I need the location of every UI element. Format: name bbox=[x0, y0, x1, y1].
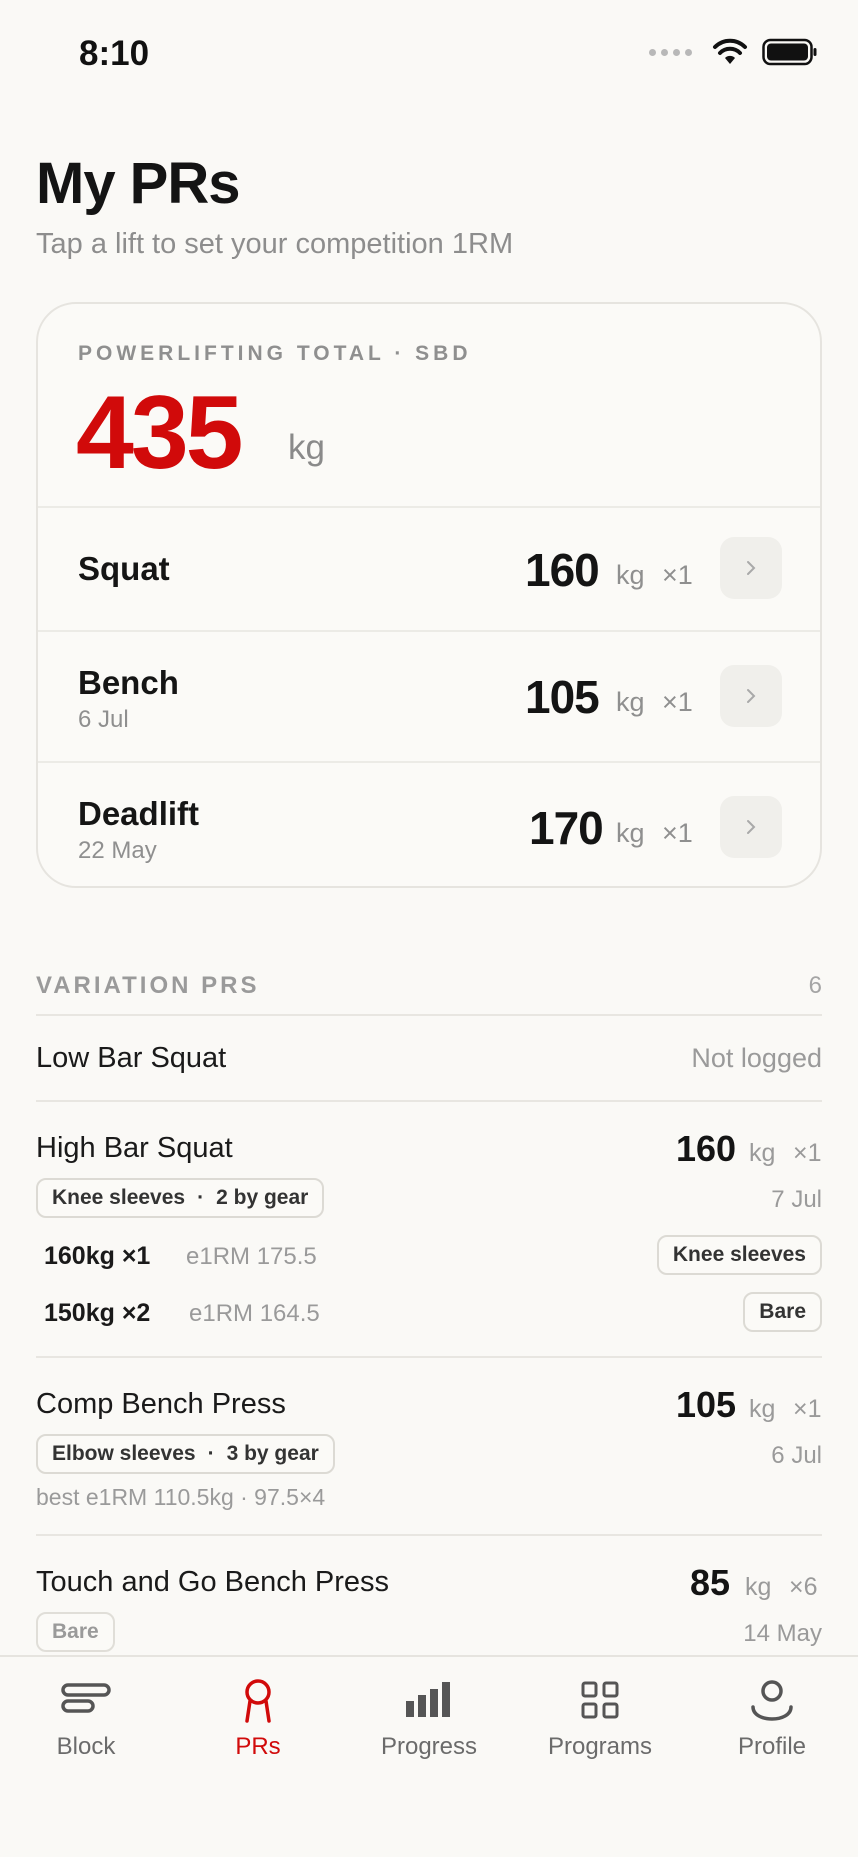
tab-block[interactable]: Block bbox=[0, 1657, 172, 1777]
powerlifting-total-card: POWERLIFTING TOTAL · SBD 435 kg Squat 16… bbox=[36, 302, 822, 888]
prs-icon bbox=[245, 1679, 271, 1723]
lift-value: 170 bbox=[529, 802, 604, 854]
lift-date: 6 Jul bbox=[78, 706, 129, 733]
total-unit: kg bbox=[288, 428, 325, 467]
variation-unit: kg bbox=[749, 1139, 776, 1167]
total-header: POWERLIFTING TOTAL · SBD 435 kg bbox=[38, 304, 820, 508]
lift-row-deadlift[interactable]: Deadlift 22 May 170 kg ×1 bbox=[38, 763, 820, 886]
profile-icon bbox=[751, 1680, 793, 1721]
variation-value: 105 bbox=[676, 1384, 737, 1425]
variation-date: 7 Jul bbox=[771, 1186, 822, 1213]
chip-separator: · bbox=[207, 1442, 215, 1465]
battery-icon bbox=[762, 38, 817, 66]
variation-reps: ×6 bbox=[789, 1573, 818, 1601]
lift-value: 160 bbox=[525, 544, 600, 596]
set-gear-chip: Knee sleeves bbox=[656, 1235, 822, 1275]
page-title: My PRs bbox=[36, 151, 241, 216]
variation-reps: ×1 bbox=[793, 1139, 822, 1167]
variation-reps: ×1 bbox=[793, 1395, 822, 1423]
variation-name: Touch and Go Bench Press bbox=[36, 1566, 390, 1598]
variation-name: Low Bar Squat bbox=[36, 1042, 227, 1074]
variation-prs-heading: VARIATION PRS bbox=[36, 972, 260, 999]
set-e1rm: e1RM 164.5 bbox=[189, 1300, 320, 1327]
progress-icon bbox=[406, 1682, 450, 1717]
chevron-right-icon bbox=[747, 561, 756, 575]
chevron-right-icon bbox=[747, 820, 756, 834]
variation-name: Comp Bench Press bbox=[36, 1388, 286, 1420]
lift-unit: kg bbox=[616, 687, 645, 717]
chevron-right-icon bbox=[747, 689, 756, 703]
divider bbox=[36, 1014, 822, 1016]
chip-count: 3 by gear bbox=[226, 1442, 319, 1465]
block-icon bbox=[61, 1683, 111, 1713]
gear-summary-chip[interactable]: Elbow sleeves · 3 by gear bbox=[36, 1434, 335, 1474]
programs-icon bbox=[581, 1681, 619, 1719]
signal-icon bbox=[649, 48, 692, 56]
set-weight-reps: 160kg ×1 bbox=[44, 1242, 151, 1270]
lift-name: Bench bbox=[78, 664, 179, 701]
lift-unit: kg bbox=[616, 560, 645, 590]
tab-label: Programs bbox=[547, 1733, 653, 1760]
tab-label: Progress bbox=[380, 1733, 478, 1760]
variation-name: High Bar Squat bbox=[36, 1132, 233, 1164]
lift-name: Squat bbox=[78, 550, 170, 587]
lift-name: Deadlift bbox=[78, 795, 200, 832]
lift-date: 22 May bbox=[78, 837, 157, 864]
status-time: 8:10 bbox=[79, 34, 150, 73]
lift-unit: kg bbox=[616, 818, 645, 848]
set-weight-reps: 150kg ×2 bbox=[44, 1299, 151, 1327]
divider bbox=[36, 1534, 822, 1536]
status-icons bbox=[649, 38, 818, 66]
tab-progress[interactable]: Progress bbox=[343, 1657, 515, 1777]
lift-value: 105 bbox=[525, 671, 600, 723]
variation-value: 85 bbox=[690, 1562, 731, 1603]
variation-unit: kg bbox=[749, 1395, 776, 1423]
variation-value: 160 bbox=[676, 1128, 737, 1169]
chip-gear: Elbow sleeves bbox=[52, 1442, 196, 1465]
squat-open-button[interactable] bbox=[720, 537, 782, 599]
bench-open-button[interactable] bbox=[720, 665, 782, 727]
tab-label: Profile bbox=[737, 1733, 807, 1760]
variation-date: 14 May bbox=[743, 1620, 822, 1647]
set-gear-chip: Bare bbox=[743, 1292, 822, 1332]
variation-date: 6 Jul bbox=[771, 1442, 822, 1469]
tab-bar: Block PRs Progress Programs Profile bbox=[0, 1655, 858, 1857]
status-bar: 8:10 bbox=[0, 0, 858, 110]
gear-chip: Bare bbox=[36, 1612, 115, 1652]
chip-count: 2 by gear bbox=[216, 1186, 309, 1209]
tab-profile[interactable]: Profile bbox=[686, 1657, 858, 1777]
total-value: 435 bbox=[76, 375, 244, 491]
divider bbox=[36, 1100, 822, 1102]
lift-reps: ×1 bbox=[662, 560, 693, 590]
page-subtitle: Tap a lift to set your competition 1RM bbox=[36, 228, 514, 260]
deadlift-open-button[interactable] bbox=[720, 796, 782, 858]
gear-summary-chip[interactable]: Knee sleeves · 2 by gear bbox=[36, 1178, 325, 1218]
set-e1rm: e1RM 175.5 bbox=[186, 1243, 317, 1270]
variation-unit: kg bbox=[745, 1573, 772, 1601]
total-label: POWERLIFTING TOTAL · SBD bbox=[78, 342, 472, 365]
tab-programs[interactable]: Programs bbox=[514, 1657, 686, 1777]
variation-prs-count: 6 bbox=[808, 972, 822, 999]
chip-gear: Knee sleeves bbox=[52, 1186, 186, 1209]
lift-reps: ×1 bbox=[662, 687, 693, 717]
best-e1rm: best e1RM 110.5kg · 97.5×4 bbox=[36, 1484, 326, 1510]
chip-separator: · bbox=[197, 1186, 205, 1209]
tab-label: PRs bbox=[235, 1733, 281, 1760]
lift-row-squat[interactable]: Squat 160 kg ×1 bbox=[38, 508, 820, 632]
variation-status: Not logged bbox=[691, 1043, 822, 1073]
tab-label: Block bbox=[56, 1733, 116, 1760]
tab-prs[interactable]: PRs bbox=[172, 1657, 344, 1777]
lift-reps: ×1 bbox=[662, 818, 693, 848]
divider bbox=[36, 1356, 822, 1358]
lift-row-bench[interactable]: Bench 6 Jul 105 kg ×1 bbox=[38, 632, 820, 763]
wifi-icon bbox=[713, 38, 747, 64]
